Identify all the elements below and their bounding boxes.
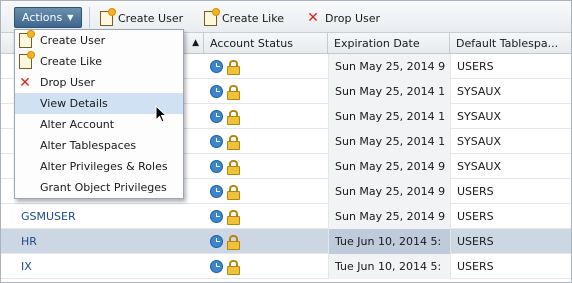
table-row-selected[interactable]: HR Tue Jun 10, 2014 5: USERS <box>1 229 571 254</box>
account-status-cell <box>204 154 328 179</box>
drop-user-button[interactable]: ✕ Drop User <box>306 9 380 27</box>
user-name-link[interactable]: HR <box>14 229 204 254</box>
clock-icon <box>210 260 223 273</box>
tablespace-cell: USERS <box>450 204 571 229</box>
clock-icon <box>210 235 223 248</box>
actions-label: Actions <box>22 11 63 24</box>
account-status-cell <box>204 179 328 204</box>
drop-user-label: Drop User <box>325 11 381 25</box>
account-status-cell <box>204 129 328 154</box>
expiration-date-cell: Sun May 25, 2014 9 <box>328 54 450 79</box>
clock-icon <box>210 135 223 148</box>
expiration-date-cell: Sun May 25, 2014 1 <box>328 129 450 154</box>
lock-icon <box>227 135 240 150</box>
user-name-link[interactable]: GSMUSER <box>14 204 204 229</box>
clock-icon <box>210 110 223 123</box>
menu-item-create-user[interactable]: Create User <box>15 30 183 51</box>
tablespace-cell: USERS <box>450 179 571 204</box>
menu-item-alter-tablespaces[interactable]: Alter Tablespaces <box>15 135 183 156</box>
tablespace-cell: SYSAUX <box>450 129 571 154</box>
clock-icon <box>210 60 223 73</box>
tablespace-cell: USERS <box>450 254 571 279</box>
clock-icon <box>210 160 223 173</box>
column-header-account-status[interactable]: Account Status <box>204 33 328 54</box>
menu-item-drop-user[interactable]: ✕ Drop User <box>15 72 183 93</box>
create-like-label: Create Like <box>222 11 284 25</box>
menu-item-grant-object-privileges[interactable]: Grant Object Privileges <box>15 177 183 198</box>
account-status-cell <box>204 54 328 79</box>
table-row[interactable]: IX Tue Jun 10, 2014 5: USERS <box>1 254 571 279</box>
expiration-date-cell: Sun May 25, 2014 1 <box>328 104 450 129</box>
menu-item-alter-privileges-roles[interactable]: Alter Privileges & Roles <box>15 156 183 177</box>
clock-icon <box>210 85 223 98</box>
chevron-down-icon: ▼ <box>67 13 74 22</box>
create-user-label: Create User <box>118 11 184 25</box>
clock-icon <box>210 210 223 223</box>
expiration-date-cell: Tue Jun 10, 2014 5: <box>328 254 450 279</box>
create-user-icon <box>18 31 34 48</box>
lock-icon <box>227 235 240 250</box>
sort-ascending-icon: ▲ <box>192 38 199 48</box>
expiration-date-cell: Sun May 25, 2014 9 <box>328 154 450 179</box>
account-status-cell <box>204 204 328 229</box>
lock-icon <box>227 85 240 100</box>
account-status-cell <box>204 104 328 129</box>
mouse-cursor-icon <box>155 105 167 123</box>
menu-item-create-like[interactable]: Create Like <box>15 51 183 72</box>
tablespace-cell: SYSAUX <box>450 154 571 179</box>
create-user-icon <box>100 8 115 26</box>
tablespace-cell: SYSAUX <box>450 104 571 129</box>
expiration-date-cell: Sun May 25, 2014 9 <box>328 204 450 229</box>
user-name-link[interactable]: IX <box>14 254 204 279</box>
account-status-cell <box>204 229 328 254</box>
expiration-date-cell: Tue Jun 10, 2014 5: <box>328 229 450 254</box>
actions-button[interactable]: Actions ▼ <box>14 7 82 28</box>
lock-icon <box>227 185 240 200</box>
column-header-default-tablespace[interactable]: Default Tablespa... <box>450 33 571 54</box>
drop-user-icon: ✕ <box>19 74 31 91</box>
lock-icon <box>227 60 240 75</box>
create-like-icon <box>204 8 219 26</box>
tablespace-cell: USERS <box>450 229 571 254</box>
lock-icon <box>227 110 240 125</box>
account-status-cell <box>204 79 328 104</box>
clock-icon <box>210 185 223 198</box>
tablespace-cell: USERS <box>450 54 571 79</box>
expiration-date-cell: Sun May 25, 2014 9 <box>328 179 450 204</box>
table-row[interactable]: GSMUSER Sun May 25, 2014 9 USERS <box>1 204 571 229</box>
expiration-date-cell: Sun May 25, 2014 1 <box>328 79 450 104</box>
create-like-button[interactable]: Create Like <box>204 8 284 27</box>
account-status-cell <box>204 254 328 279</box>
users-panel: Actions ▼ Create User Create Like ✕ Drop… <box>0 0 572 283</box>
column-header-expiration-date[interactable]: Expiration Date <box>328 33 450 54</box>
toolbar-separator <box>89 7 90 28</box>
create-user-button[interactable]: Create User <box>100 8 184 27</box>
lock-icon <box>227 210 240 225</box>
create-like-icon <box>18 52 34 69</box>
lock-icon <box>227 160 240 175</box>
lock-icon <box>227 260 240 275</box>
tablespace-cell: SYSAUX <box>450 79 571 104</box>
drop-user-icon: ✕ <box>307 10 319 26</box>
